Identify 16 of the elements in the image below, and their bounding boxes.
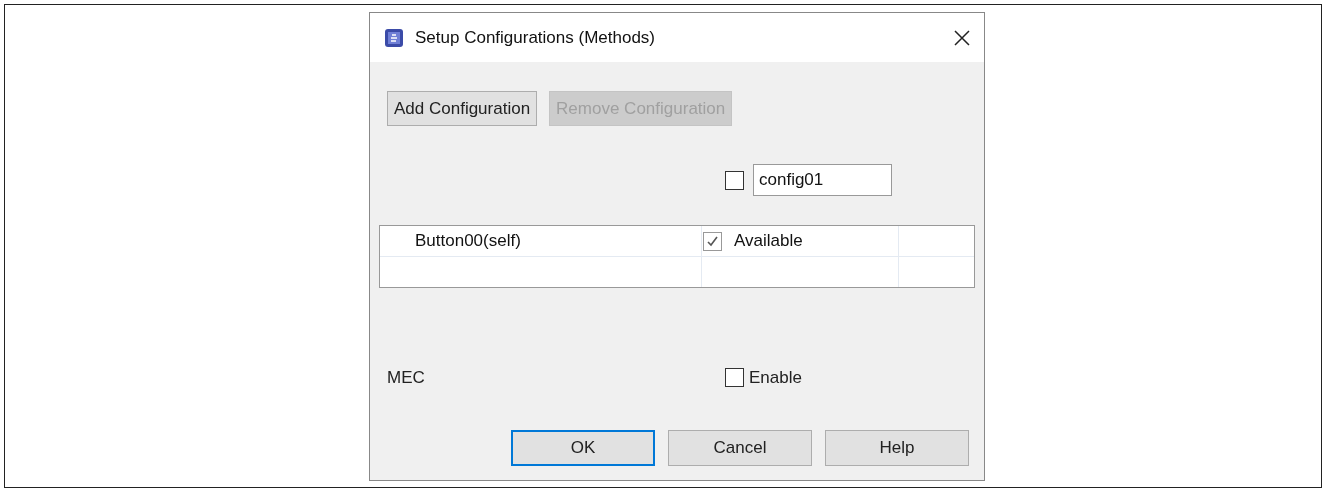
mec-label: MEC xyxy=(387,367,426,389)
checkbox[interactable] xyxy=(725,368,744,388)
enable-label: Enable xyxy=(749,367,802,389)
checkbox[interactable] xyxy=(725,170,744,190)
status-label: Available xyxy=(734,230,803,253)
close-icon[interactable] xyxy=(954,29,970,46)
table-cell: Button00(self) xyxy=(380,226,702,256)
checkmark-icon xyxy=(706,234,719,248)
dialog-button[interactable]: Help xyxy=(825,429,969,466)
app-chip-icon xyxy=(383,26,405,49)
toolbar-button[interactable]: Add Configuration xyxy=(387,91,538,126)
window-title: Setup Configurations (Methods) xyxy=(415,26,656,49)
checkbox[interactable] xyxy=(703,231,722,251)
dialog-button[interactable]: OK xyxy=(511,429,655,466)
config-name-field[interactable]: config01 xyxy=(753,164,892,196)
dialog-button[interactable]: Cancel xyxy=(668,429,812,466)
